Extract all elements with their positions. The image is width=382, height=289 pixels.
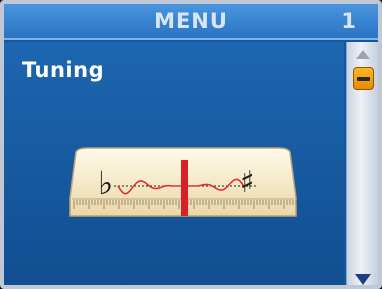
flat-symbol: ♭: [98, 164, 113, 202]
tuning-needle: [181, 160, 188, 216]
tuning-meter-icon[interactable]: ♭ ♯: [68, 146, 298, 220]
page-number: 1: [341, 9, 356, 33]
scroll-thumb[interactable]: [353, 67, 374, 90]
scroll-down-icon[interactable]: [355, 274, 371, 285]
content-area: Tuning ♭ ♯: [4, 42, 344, 285]
device-screen: MENU 1 Tuning ♭ ♯: [0, 0, 382, 289]
section-title[interactable]: Tuning: [22, 58, 104, 82]
menu-title: MENU: [154, 9, 228, 33]
scroll-up-icon[interactable]: [356, 50, 370, 59]
header-bar: MENU 1: [4, 4, 378, 40]
scrollbar[interactable]: [346, 42, 378, 285]
sharp-symbol: ♯: [240, 165, 255, 200]
